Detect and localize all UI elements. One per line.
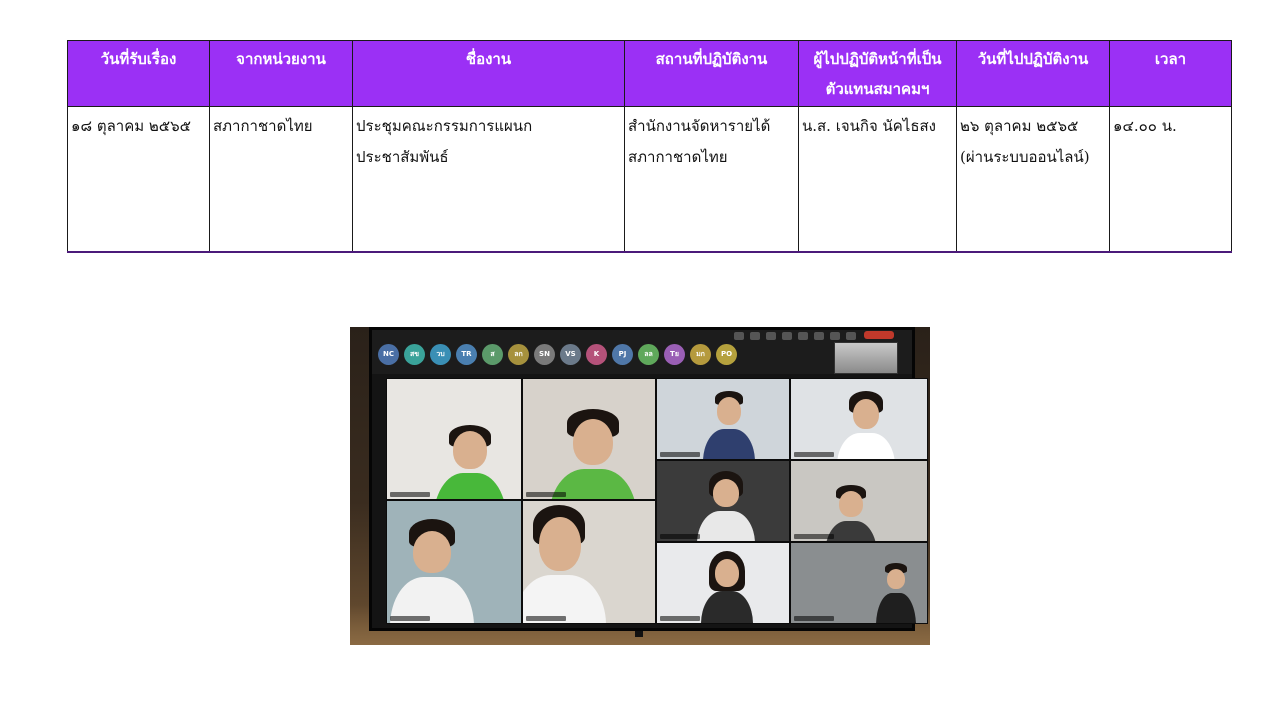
- participant-avatar: VS: [560, 344, 581, 365]
- reactions-icon: [766, 332, 776, 340]
- participant-avatar: Tย: [664, 344, 685, 365]
- participant-name-tag: [660, 616, 700, 621]
- participant-video-tile: [656, 542, 790, 624]
- participant-face: [713, 479, 739, 507]
- participant-name-tag: [794, 616, 834, 621]
- leave-button: [864, 331, 894, 339]
- participant-name-tag: [660, 534, 700, 539]
- chat-icon: [750, 332, 760, 340]
- participant-video-tile: [656, 460, 790, 542]
- header-representative-line-1: ผู้ไปปฏิบัติหน้าที่เป็น: [813, 50, 942, 68]
- participant-video-tile: [522, 500, 656, 624]
- header-time: เวลา: [1109, 40, 1232, 107]
- header-location: สถานที่ปฏิบัติงาน: [624, 40, 799, 107]
- header-representative: ผู้ไปปฏิบัติหน้าที่เป็น ตัวแทนสมาคมฯ: [798, 40, 957, 107]
- cell-task-name: ประชุมคณะกรรมการแผนกประชาสัมพันธ์: [352, 106, 625, 253]
- share-icon: [846, 332, 856, 340]
- table-header-row: วันที่รับเรื่อง จากหน่วยงาน ชื่องาน สถาน…: [67, 40, 1232, 107]
- participant-name-tag: [390, 492, 430, 497]
- header-from-agency: จากหน่วยงาน: [209, 40, 353, 107]
- camera-icon: [814, 332, 824, 340]
- participant-avatar: ลก: [508, 344, 529, 365]
- monitor-stand: [635, 631, 643, 637]
- monitor-screen: NC สข วบ TR สลก SN VS K PJ ลล Tย มก PO: [369, 327, 928, 631]
- participant-avatar: PJ: [612, 344, 633, 365]
- cell-location: สำนักงานจัดหารายได้ สภากาชาดไทย: [624, 106, 799, 253]
- participant-avatar: ลล: [638, 344, 659, 365]
- cell-location-line-1: สำนักงานจัดหารายได้: [628, 117, 771, 135]
- header-representative-line-2: ตัวแทนสมาคมฯ: [825, 80, 930, 98]
- participant-video-tile: [522, 378, 656, 500]
- participant-face: [539, 517, 581, 571]
- cell-representative: น.ส. เจนกิจ นัคไธสง: [798, 106, 957, 253]
- cell-from-agency: สภากาชาดไทย: [209, 106, 353, 253]
- participant-video-tile: [386, 378, 522, 500]
- participant-body: [837, 433, 895, 459]
- participant-name-tag: [526, 616, 566, 621]
- participant-body: [700, 591, 754, 623]
- more-icon: [798, 332, 808, 340]
- self-view-thumbnail: [834, 342, 898, 374]
- cell-operation-date-line-2: (ผ่านระบบออนไลน์): [960, 148, 1090, 166]
- cell-operation-date-line-1: ๒๖ ตุลาคม ๒๕๖๕: [960, 117, 1079, 135]
- meeting-controls: [734, 332, 856, 340]
- participant-avatar: สข: [404, 344, 425, 365]
- participant-face: [573, 419, 613, 465]
- participant-avatar: มก: [690, 344, 711, 365]
- participant-video-tile: [656, 378, 790, 460]
- people-icon: [734, 332, 744, 340]
- participant-avatar: TR: [456, 344, 477, 365]
- participant-video-tile: [790, 542, 928, 624]
- page: วันที่รับเรื่อง จากหน่วยงาน ชื่องาน สถาน…: [0, 0, 1280, 720]
- participant-name-tag: [794, 452, 834, 457]
- assignment-record-table: วันที่รับเรื่อง จากหน่วยงาน ชื่องาน สถาน…: [67, 40, 1232, 253]
- participant-name-tag: [526, 492, 566, 497]
- participant-body: [432, 473, 508, 499]
- participant-body: [876, 593, 916, 623]
- participant-avatar: ส: [482, 344, 503, 365]
- header-received-date: วันที่รับเรื่อง: [67, 40, 210, 107]
- cell-time: ๑๔.๐๐ น.: [1109, 106, 1232, 253]
- rooms-icon: [782, 332, 792, 340]
- participant-name-tag: [794, 534, 834, 539]
- participant-avatar: SN: [534, 344, 555, 365]
- mic-icon: [830, 332, 840, 340]
- participant-avatar: วบ: [430, 344, 451, 365]
- participant-avatar: PO: [716, 344, 737, 365]
- cell-received-date: ๑๘ ตุลาคม ๒๕๖๕: [67, 106, 210, 253]
- participant-face: [715, 559, 739, 587]
- participant-video-tile: [790, 378, 928, 460]
- participant-face: [413, 531, 451, 573]
- participant-body: [697, 511, 755, 541]
- participant-avatar: K: [586, 344, 607, 365]
- participant-avatar: NC: [378, 344, 399, 365]
- participant-face: [839, 491, 863, 517]
- header-task-name: ชื่องาน: [352, 40, 625, 107]
- table-row: ๑๘ ตุลาคม ๒๕๖๕ สภากาชาดไทย ประชุมคณะกรรม…: [67, 106, 1232, 253]
- participant-face: [453, 431, 487, 469]
- video-tile-grid: [386, 378, 928, 624]
- participant-face: [853, 399, 879, 429]
- participant-body: [702, 429, 756, 459]
- participant-video-tile: [386, 500, 522, 624]
- participant-face: [717, 397, 741, 425]
- participant-avatar-strip: NC สข วบ TR สลก SN VS K PJ ลล Tย มก PO: [378, 344, 737, 365]
- cell-operation-date: ๒๖ ตุลาคม ๒๕๖๕ (ผ่านระบบออนไลน์): [956, 106, 1110, 253]
- participant-face: [887, 569, 905, 589]
- participant-name-tag: [390, 616, 430, 621]
- cell-location-line-2: สภากาชาดไทย: [628, 148, 728, 166]
- meeting-toolbar: NC สข วบ TR สลก SN VS K PJ ลล Tย มก PO: [372, 330, 912, 374]
- participant-name-tag: [660, 452, 700, 457]
- header-operation-date: วันที่ไปปฏิบัติงาน: [956, 40, 1110, 107]
- participant-video-tile: [790, 460, 928, 542]
- video-meeting-photo: NC สข วบ TR สลก SN VS K PJ ลล Tย มก PO: [350, 327, 930, 645]
